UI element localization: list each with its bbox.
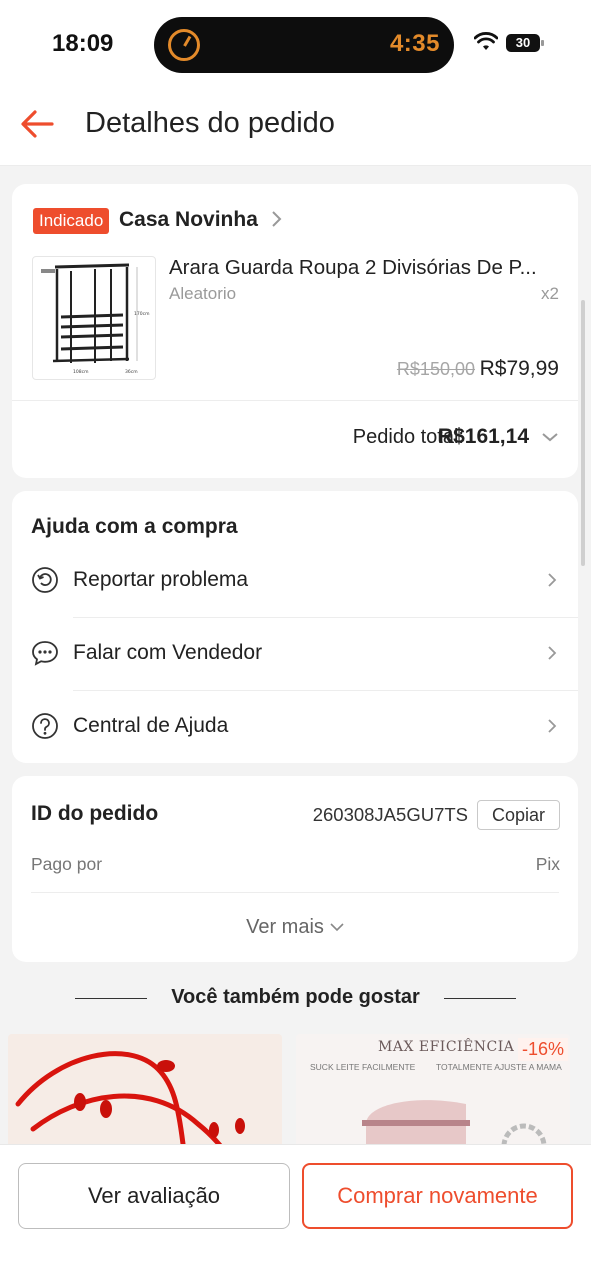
copy-button[interactable]: Copiar: [477, 800, 560, 830]
review-button[interactable]: Ver avaliação: [18, 1163, 290, 1229]
help-label: Central de Ajuda: [73, 714, 229, 737]
help-label: Reportar problema: [73, 568, 249, 591]
product-quantity: x2: [541, 284, 559, 303]
referral-badge: Indicado: [33, 208, 110, 234]
promo-tag: TOTALMENTE AJUSTE A MAMA: [436, 1062, 562, 1072]
buy-again-button[interactable]: Comprar novamente: [302, 1163, 573, 1229]
divider: [444, 998, 516, 999]
chevron-right-icon: [548, 573, 557, 587]
top-nav: Detalhes do pedido: [0, 88, 591, 166]
order-id-value: 260308JA5GU7TS: [312, 804, 468, 825]
divider: [31, 892, 559, 893]
help-title: Ajuda com a compra: [31, 515, 238, 538]
product-name[interactable]: Arara Guarda Roupa 2 Divisórias De P...: [169, 256, 559, 280]
chat-seller-row[interactable]: Falar com Vendedor: [12, 617, 578, 690]
help-center-row[interactable]: Central de Ajuda: [12, 690, 578, 763]
divider: [12, 400, 578, 401]
chevron-down-icon: [330, 923, 344, 932]
help-card: Ajuda com a compra Reportar problema Fal…: [12, 491, 578, 763]
scrollbar[interactable]: [581, 300, 585, 566]
report-problem-row[interactable]: Reportar problema: [12, 544, 578, 617]
chat-icon: [32, 641, 58, 666]
status-time: 18:09: [52, 30, 114, 57]
shop-name[interactable]: Casa Novinha: [119, 208, 258, 232]
product-variant: Aleatorio: [169, 284, 237, 303]
dynamic-island[interactable]: 4:35: [154, 17, 454, 73]
chevron-right-icon: [548, 719, 557, 733]
product-image[interactable]: 170cm 108cm 36cm: [32, 256, 156, 380]
width-label: 108cm: [73, 369, 88, 375]
promo-tag: SUCK LEITE FACILMENTE: [310, 1062, 416, 1072]
original-price: R$150,00: [396, 359, 475, 379]
height-label: 170cm: [134, 311, 149, 317]
paid-by-label: Pago por: [31, 854, 103, 874]
discount-badge: -16%: [517, 1038, 568, 1061]
back-arrow-icon[interactable]: [18, 106, 58, 142]
promo-headline: MAX EFICIÊNCIA: [378, 1039, 515, 1055]
wifi-icon: [474, 32, 498, 50]
timer-text: 4:35: [389, 30, 440, 57]
help-label: Falar com Vendedor: [73, 641, 263, 664]
paid-by-value: Pix: [535, 854, 560, 874]
see-more-button[interactable]: Ver mais: [12, 916, 578, 939]
sale-price: R$79,99: [479, 357, 559, 380]
chevron-down-icon[interactable]: [541, 431, 559, 443]
order-info-card: ID do pedido 260308JA5GU7TS Copiar Pago …: [12, 776, 578, 962]
order-id-label: ID do pedido: [31, 802, 159, 825]
clothes-rack-icon: 170cm 108cm 36cm: [41, 263, 149, 375]
chevron-right-icon: [548, 646, 557, 660]
help-icon: [32, 713, 58, 739]
report-icon: [32, 567, 58, 593]
depth-label: 36cm: [125, 369, 138, 375]
bottom-action-bar: Ver avaliação Comprar novamente: [0, 1144, 591, 1280]
order-total-value: R$161,14: [437, 425, 529, 448]
order-card: Indicado Casa Novinha 170cm 108cm 36cm A…: [12, 184, 578, 478]
status-bar: 18:09 4:35 30: [0, 0, 591, 88]
chevron-right-icon[interactable]: [270, 209, 284, 229]
see-more-label: Ver mais: [246, 916, 324, 938]
page-title: Detalhes do pedido: [85, 107, 335, 139]
timer-icon: [168, 29, 200, 61]
battery-icon: 30: [506, 34, 544, 52]
